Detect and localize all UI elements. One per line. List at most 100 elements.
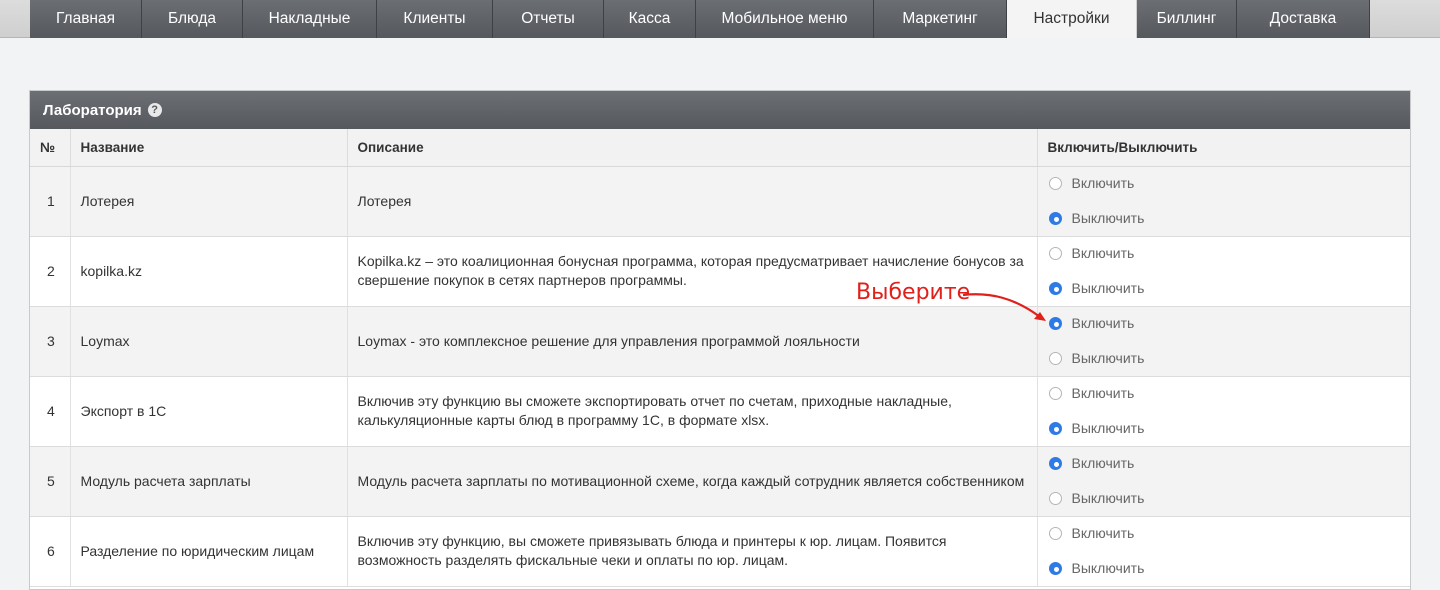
toggle-radio-group: Включить Выключить: [1048, 237, 1401, 306]
panel-header: Лаборатория ?: [30, 91, 1410, 129]
enable-radio[interactable]: [1048, 527, 1062, 541]
table-row: 3 Loymax Loymax - это комплексное решение …: [30, 306, 1410, 377]
top-navigation: Главная Блюда Накладные Клиенты Отчеты К…: [0, 0, 1440, 38]
disable-option[interactable]: Выключить: [1048, 411, 1401, 446]
enable-label: Включить: [1071, 315, 1135, 332]
disable-radio[interactable]: [1048, 351, 1062, 365]
annotation-arrow-icon: [962, 293, 1046, 321]
tab-label: Маркетинг: [902, 10, 978, 27]
tab-clients[interactable]: Клиенты: [377, 0, 493, 38]
row-number: 4: [30, 376, 71, 447]
col-header-number: №: [30, 129, 71, 167]
enable-option[interactable]: Включить: [1048, 167, 1401, 202]
row-name: Модуль расчета зарплаты: [70, 446, 348, 517]
disable-option[interactable]: Выключить: [1048, 551, 1401, 586]
disable-label: Выключить: [1071, 209, 1145, 226]
row-description: Лотерея: [347, 166, 1038, 237]
tab-cashdesk[interactable]: Касса: [604, 0, 696, 38]
tab-label: Блюда: [168, 10, 216, 27]
disable-option[interactable]: Выключить: [1048, 201, 1401, 236]
tab-home[interactable]: Главная: [30, 0, 142, 38]
col-header-name: Название: [70, 129, 348, 167]
table-row: 1 Лотерея Лотерея Включить Выключить: [30, 166, 1410, 237]
tab-label: Доставка: [1269, 10, 1337, 27]
enable-option[interactable]: Включить: [1048, 307, 1401, 342]
row-name: Разделение по юридическим лицам: [70, 516, 348, 587]
tab-marketing[interactable]: Маркетинг: [874, 0, 1007, 38]
disable-label: Выключить: [1071, 419, 1145, 436]
row-toggle: Включить Выключить: [1037, 306, 1410, 377]
table-row: 2 kopilka.kz Kopilka.kz – это коалиционная…: [30, 236, 1410, 307]
tab-label: Касса: [628, 10, 671, 27]
tab-label: Настройки: [1033, 10, 1110, 27]
row-description: Модуль расчета зарплаты по мотивационной…: [347, 446, 1038, 517]
table-row: 6 Разделение по юридическим лицам Включив …: [30, 516, 1410, 587]
row-number: 2: [30, 236, 71, 307]
tab-label: Главная: [56, 10, 115, 27]
disable-option[interactable]: Выключить: [1048, 481, 1401, 516]
tab-label: Клиенты: [403, 10, 466, 27]
row-toggle: Включить Выключить: [1037, 516, 1410, 587]
enable-label: Включить: [1071, 175, 1135, 192]
row-description: Включив эту функцию вы сможете экспортир…: [347, 376, 1038, 447]
tab-invoices[interactable]: Накладные: [243, 0, 377, 38]
enable-radio[interactable]: [1048, 387, 1062, 401]
tab-mobile-menu[interactable]: Мобильное меню: [696, 0, 874, 38]
row-name: kopilka.kz: [70, 236, 348, 307]
enable-label: Включить: [1071, 455, 1135, 472]
tab-reports[interactable]: Отчеты: [493, 0, 604, 38]
col-header-description: Описание: [347, 129, 1038, 167]
row-name: Экспорт в 1С: [70, 376, 348, 447]
tab-settings[interactable]: Настройки: [1007, 0, 1137, 38]
disable-label: Выключить: [1071, 279, 1145, 296]
features-table: № Название Описание Включить/Выключить 1…: [30, 129, 1410, 587]
tab-dishes[interactable]: Блюда: [142, 0, 243, 38]
toggle-radio-group: Включить Выключить: [1048, 307, 1401, 376]
row-number: 3: [30, 306, 71, 377]
disable-radio[interactable]: [1048, 421, 1062, 435]
disable-radio[interactable]: [1048, 211, 1062, 225]
row-description: Включив эту функцию, вы сможете привязыв…: [347, 516, 1038, 587]
tab-billing[interactable]: Биллинг: [1137, 0, 1237, 38]
row-number: 6: [30, 516, 71, 587]
tab-label: Биллинг: [1156, 10, 1217, 27]
toggle-radio-group: Включить Выключить: [1048, 517, 1401, 586]
row-toggle: Включить Выключить: [1037, 446, 1410, 517]
enable-radio[interactable]: [1048, 177, 1062, 191]
disable-radio[interactable]: [1048, 491, 1062, 505]
disable-option[interactable]: Выключить: [1048, 271, 1401, 306]
question-circle-icon[interactable]: ?: [147, 103, 162, 117]
row-toggle: Включить Выключить: [1037, 376, 1410, 447]
disable-option[interactable]: Выключить: [1048, 341, 1401, 376]
row-number: 1: [30, 166, 71, 237]
nav-tabs: Главная Блюда Накладные Клиенты Отчеты К…: [30, 0, 1370, 38]
disable-radio[interactable]: [1048, 561, 1062, 575]
row-number: 5: [30, 446, 71, 517]
enable-radio[interactable]: [1048, 457, 1062, 471]
enable-label: Включить: [1071, 245, 1135, 262]
row-name: Лотерея: [70, 166, 348, 237]
enable-option[interactable]: Включить: [1048, 237, 1401, 272]
tab-delivery[interactable]: Доставка: [1237, 0, 1370, 38]
disable-label: Выключить: [1071, 349, 1145, 366]
row-toggle: Включить Выключить: [1037, 166, 1410, 237]
panel-title: Лаборатория: [43, 101, 142, 119]
enable-option[interactable]: Включить: [1048, 447, 1401, 482]
table-row: 4 Экспорт в 1С Включив эту функцию вы смож…: [30, 376, 1410, 447]
toggle-radio-group: Включить Выключить: [1048, 377, 1401, 446]
row-description: Loymax - это комплексное решение для упр…: [347, 306, 1038, 377]
disable-label: Выключить: [1071, 559, 1145, 576]
tab-label: Мобильное меню: [721, 10, 848, 27]
enable-option[interactable]: Включить: [1048, 517, 1401, 552]
tab-label: Накладные: [268, 10, 351, 27]
disable-label: Выключить: [1071, 489, 1145, 506]
enable-option[interactable]: Включить: [1048, 377, 1401, 412]
enable-radio[interactable]: [1048, 247, 1062, 261]
col-header-toggle: Включить/Выключить: [1037, 129, 1410, 167]
enable-label: Включить: [1071, 385, 1135, 402]
table-row: 5 Модуль расчета зарплаты Модуль расчета з…: [30, 446, 1410, 517]
laboratory-panel: Лаборатория ? № Название Описание Включи…: [29, 90, 1411, 590]
enable-label: Включить: [1071, 525, 1135, 542]
toggle-radio-group: Включить Выключить: [1048, 167, 1401, 236]
row-name: Loymax: [70, 306, 348, 377]
